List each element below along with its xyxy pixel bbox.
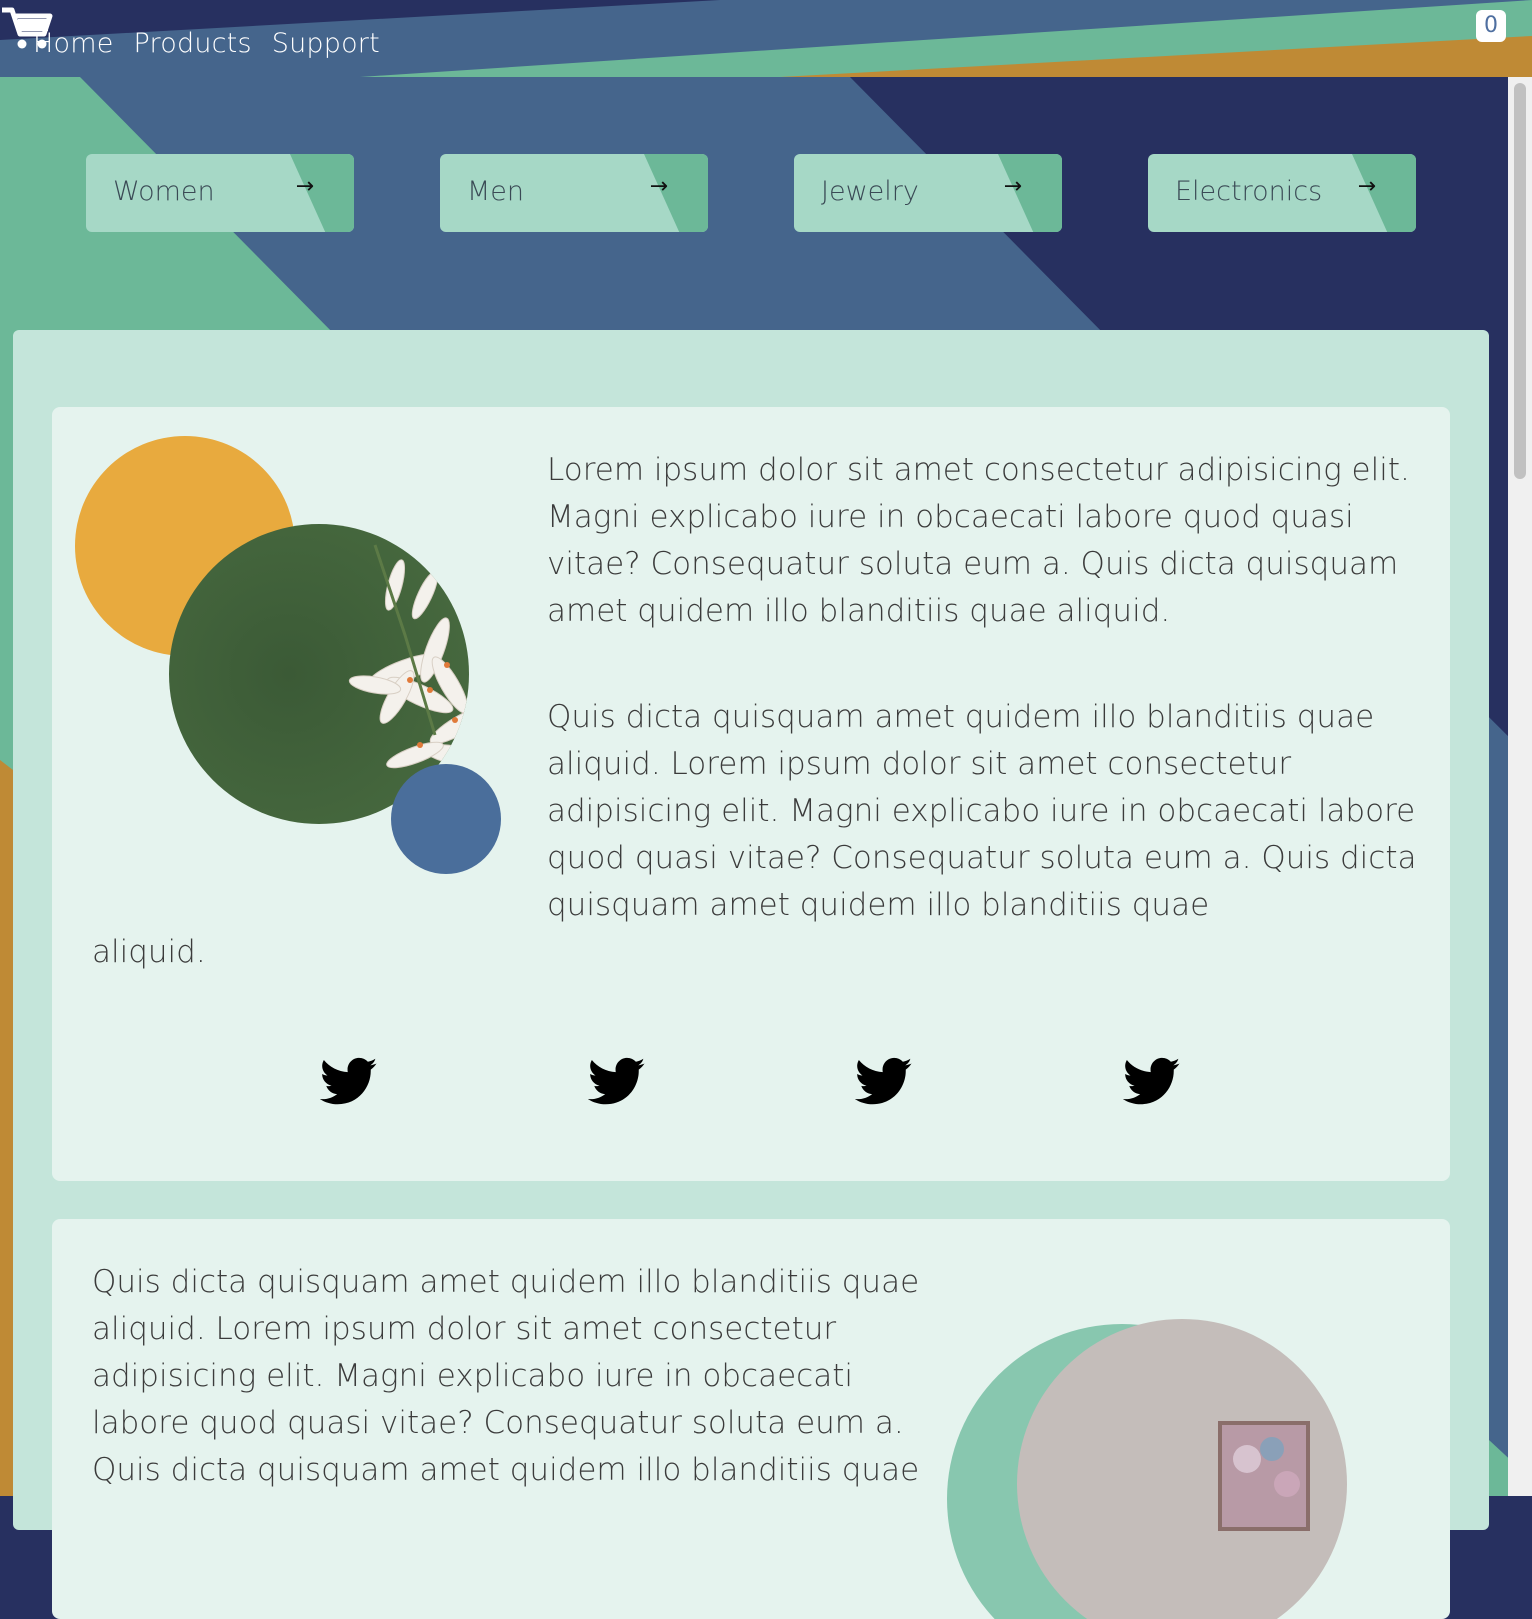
content-panel: Lorem ipsum dolor sit amet consectetur a…	[13, 330, 1489, 1619]
twitter-icon[interactable]	[855, 1057, 913, 1107]
feature1-paragraph-2-tail: aliquid.	[92, 934, 206, 970]
feature-card-2: Quis dicta quisquam amet quidem illo bla…	[52, 1219, 1450, 1619]
nav-support-link[interactable]: Support	[272, 28, 380, 59]
twitter-icon[interactable]	[320, 1057, 378, 1107]
main-nav: Home Products Support	[33, 28, 380, 59]
social-links	[52, 1057, 1450, 1117]
category-label: Women	[113, 176, 215, 207]
feature1-paragraph-1: Lorem ipsum dolor sit amet consectetur a…	[547, 452, 1410, 629]
category-label: Men	[467, 176, 525, 207]
arrow-right-icon: →	[649, 174, 668, 199]
category-label: Electronics	[1175, 176, 1323, 207]
flower-image-collage	[75, 436, 501, 874]
nav-products-link[interactable]: Products	[134, 28, 252, 59]
category-men-button[interactable]: Men →	[440, 154, 708, 232]
category-jewelry-button[interactable]: Jewelry →	[794, 154, 1062, 232]
feature2-paragraph-1: Quis dicta quisquam amet quidem illo bla…	[92, 1264, 920, 1488]
category-label: Jewelry	[821, 176, 919, 207]
cart-count-badge: 0	[1476, 10, 1506, 42]
top-navbar: Home Products Support 0	[0, 0, 1532, 77]
arrow-right-icon: →	[1357, 174, 1376, 199]
arrow-right-icon: →	[295, 174, 314, 199]
twitter-icon[interactable]	[1123, 1057, 1181, 1107]
scrollbar-thumb[interactable]	[1514, 83, 1526, 479]
arrow-right-icon: →	[1003, 174, 1022, 199]
category-electronics-button[interactable]: Electronics →	[1148, 154, 1416, 232]
twitter-icon[interactable]	[588, 1057, 646, 1107]
feature-card-1: Lorem ipsum dolor sit amet consectetur a…	[52, 407, 1450, 1181]
cart-icon[interactable]	[0, 0, 56, 52]
category-women-button[interactable]: Women →	[86, 154, 354, 232]
photo-image-collage	[947, 1319, 1347, 1619]
feature1-paragraph-2: Quis dicta quisquam amet quidem illo bla…	[547, 699, 1417, 923]
vertical-scrollbar[interactable]	[1508, 77, 1532, 1496]
